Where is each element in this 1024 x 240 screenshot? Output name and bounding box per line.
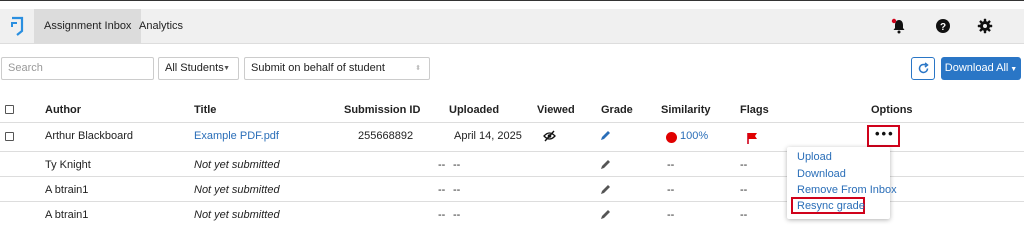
column-header-title[interactable]: Title xyxy=(194,104,216,116)
grade-pencil-icon[interactable] xyxy=(600,209,611,220)
column-header-submission-id[interactable]: Submission ID xyxy=(344,104,420,116)
chevron-down-icon: ▼ xyxy=(223,65,230,72)
tab-assignment-inbox[interactable]: Assignment Inbox xyxy=(34,9,142,44)
column-header-options: Options xyxy=(871,104,913,116)
flag-icon[interactable] xyxy=(746,132,759,144)
download-all-label: Download All xyxy=(944,62,1009,74)
flags-value: -- xyxy=(740,184,748,196)
chevron-updown-icon: ⬍ xyxy=(415,65,421,72)
menu-item-remove-from-inbox[interactable]: Remove From Inbox xyxy=(797,184,897,196)
more-options-icon: ••• xyxy=(875,126,895,141)
flags-value: -- xyxy=(740,159,748,171)
uploaded-date: -- xyxy=(453,159,461,171)
notifications-bell-icon[interactable] xyxy=(891,18,907,34)
refresh-button[interactable] xyxy=(911,57,935,80)
author-name: A btrain1 xyxy=(45,184,89,196)
uploaded-date: -- xyxy=(453,209,461,221)
menu-item-download[interactable]: Download xyxy=(797,168,846,180)
download-all-button[interactable]: Download All ▼ xyxy=(941,57,1021,80)
help-icon[interactable]: ? xyxy=(935,18,951,34)
author-name: Arthur Blackboard xyxy=(45,130,134,142)
svg-text:?: ? xyxy=(940,22,946,33)
submission-title-link[interactable]: Example PDF.pdf xyxy=(194,130,279,142)
uploaded-date: April 14, 2025 xyxy=(454,130,522,142)
similarity-score: -- xyxy=(667,184,675,196)
not-viewed-eye-icon xyxy=(543,130,556,142)
row-options-button[interactable]: ••• xyxy=(867,125,900,147)
similarity-indicator-icon xyxy=(666,132,677,143)
flags-value: -- xyxy=(740,209,748,221)
search-input[interactable]: Search xyxy=(1,57,154,80)
students-filter-select[interactable]: All Students ▼ xyxy=(158,57,239,80)
tab-analytics[interactable]: Analytics xyxy=(129,9,193,44)
column-header-grade[interactable]: Grade xyxy=(601,104,633,116)
students-filter-value: All Students xyxy=(165,62,224,74)
inbox-toolbar: Search All Students ▼ Submit on behalf o… xyxy=(0,57,1024,81)
column-header-author[interactable]: Author xyxy=(45,104,81,116)
submission-id: -- xyxy=(438,184,446,196)
author-name: A btrain1 xyxy=(45,209,89,221)
row-options-menu: Upload Download Remove From Inbox Resync… xyxy=(787,147,897,219)
top-navigation-bar: Assignment Inbox Analytics ? xyxy=(0,9,1024,44)
submission-title-status: Not yet submitted xyxy=(194,184,280,196)
row-checkbox[interactable] xyxy=(5,132,14,141)
table-header-row: Author Title Submission ID Uploaded View… xyxy=(0,100,1024,122)
submission-title-status: Not yet submitted xyxy=(194,209,280,221)
settings-gear-icon[interactable] xyxy=(977,18,993,34)
grade-pencil-icon[interactable] xyxy=(600,184,611,195)
submission-id: 255668892 xyxy=(358,130,414,142)
select-all-checkbox[interactable] xyxy=(5,105,14,114)
menu-item-resync-grade[interactable]: Resync grade xyxy=(797,200,865,212)
submission-title-status: Not yet submitted xyxy=(194,159,280,171)
refresh-icon xyxy=(918,62,929,74)
menu-item-upload[interactable]: Upload xyxy=(797,151,832,163)
grade-pencil-icon[interactable] xyxy=(600,130,611,141)
submit-on-behalf-value: Submit on behalf of student xyxy=(251,62,385,74)
similarity-score-link[interactable]: 100% xyxy=(680,130,708,142)
column-header-flags[interactable]: Flags xyxy=(740,104,769,116)
similarity-score: -- xyxy=(667,159,675,171)
uploaded-date: -- xyxy=(453,184,461,196)
submit-on-behalf-select[interactable]: Submit on behalf of student ⬍ xyxy=(244,57,430,80)
app-logo-icon[interactable] xyxy=(8,15,28,37)
column-header-viewed[interactable]: Viewed xyxy=(537,104,575,116)
caret-down-icon: ▼ xyxy=(1008,66,1018,73)
column-header-similarity[interactable]: Similarity xyxy=(661,104,711,116)
similarity-score: -- xyxy=(667,209,675,221)
submission-id: -- xyxy=(438,159,446,171)
column-header-uploaded[interactable]: Uploaded xyxy=(449,104,499,116)
window-top-border xyxy=(0,0,1024,9)
submission-id: -- xyxy=(438,209,446,221)
author-name: Ty Knight xyxy=(45,159,91,171)
grade-pencil-icon[interactable] xyxy=(600,159,611,170)
